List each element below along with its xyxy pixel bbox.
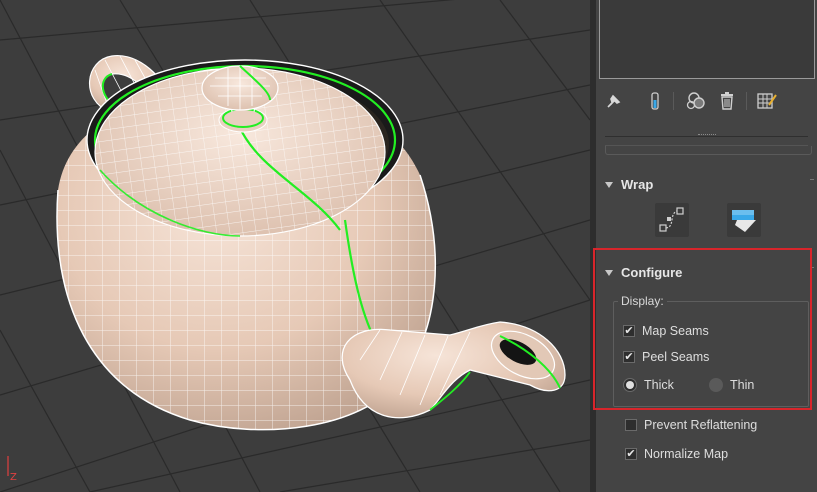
make-unique-icon[interactable]	[683, 88, 709, 114]
thick-radio-label: Thick	[644, 378, 674, 392]
wrap-rollout-body	[596, 197, 817, 247]
modifier-stack-list[interactable]	[599, 0, 815, 79]
teapot-spout	[341, 321, 566, 419]
pin-stack-icon[interactable]	[601, 88, 627, 114]
display-group-label: Display:	[618, 294, 667, 308]
thick-radio-button[interactable]	[623, 378, 637, 392]
thin-radio-button[interactable]	[709, 378, 723, 392]
wrap-rollout-header[interactable]: Wrap	[596, 173, 817, 197]
prevent-reflattening-checkbox-row[interactable]: Prevent Reflattening	[625, 416, 757, 434]
map-seams-checkbox-row[interactable]: ✔ Map Seams	[623, 322, 709, 340]
thin-radio-label: Thin	[730, 378, 755, 392]
normalize-map-label: Normalize Map	[644, 447, 729, 461]
spline-mapping-icon[interactable]	[655, 203, 689, 237]
prevent-reflattening-label: Prevent Reflattening	[644, 418, 758, 432]
prevent-reflattening-checkbox[interactable]	[625, 419, 637, 431]
thick-radio-row[interactable]: Thick	[623, 376, 674, 394]
previous-rollout-bottom	[605, 146, 812, 155]
axis-tripod: Z	[7, 456, 17, 483]
viewport-scene: Z	[0, 0, 590, 492]
normalize-map-checkbox-row[interactable]: ✔ Normalize Map	[625, 445, 728, 463]
remove-modifier-icon[interactable]	[714, 88, 740, 114]
peel-seams-label: Peel Seams	[642, 350, 710, 364]
collapse-triangle-icon	[605, 182, 613, 188]
configure-rollout-title: Configure	[621, 265, 683, 280]
perspective-viewport[interactable]: Z	[0, 0, 590, 492]
peel-seams-checkbox-row[interactable]: ✔ Peel Seams	[623, 348, 709, 366]
command-panel: Wrap Configure Display: ✔ Map Seams ✔ Pe…	[596, 0, 817, 492]
normalize-map-checkbox[interactable]: ✔	[625, 448, 637, 460]
peel-icon[interactable]	[727, 203, 761, 237]
collapse-triangle-icon	[605, 270, 613, 276]
configure-modifier-sets-icon[interactable]	[754, 88, 780, 114]
show-end-result-icon[interactable]	[642, 88, 668, 114]
configure-rollout-header[interactable]: Configure	[596, 261, 817, 285]
wrap-rollout-title: Wrap	[621, 177, 654, 192]
peel-seams-checkbox[interactable]: ✔	[623, 351, 635, 363]
stack-splitter[interactable]	[605, 134, 808, 146]
modifier-stack-toolbar	[596, 88, 817, 114]
thin-radio-row[interactable]: Thin	[709, 376, 754, 394]
z-axis-label: Z	[10, 472, 17, 483]
map-seams-label: Map Seams	[642, 324, 709, 338]
map-seams-checkbox[interactable]: ✔	[623, 325, 635, 337]
